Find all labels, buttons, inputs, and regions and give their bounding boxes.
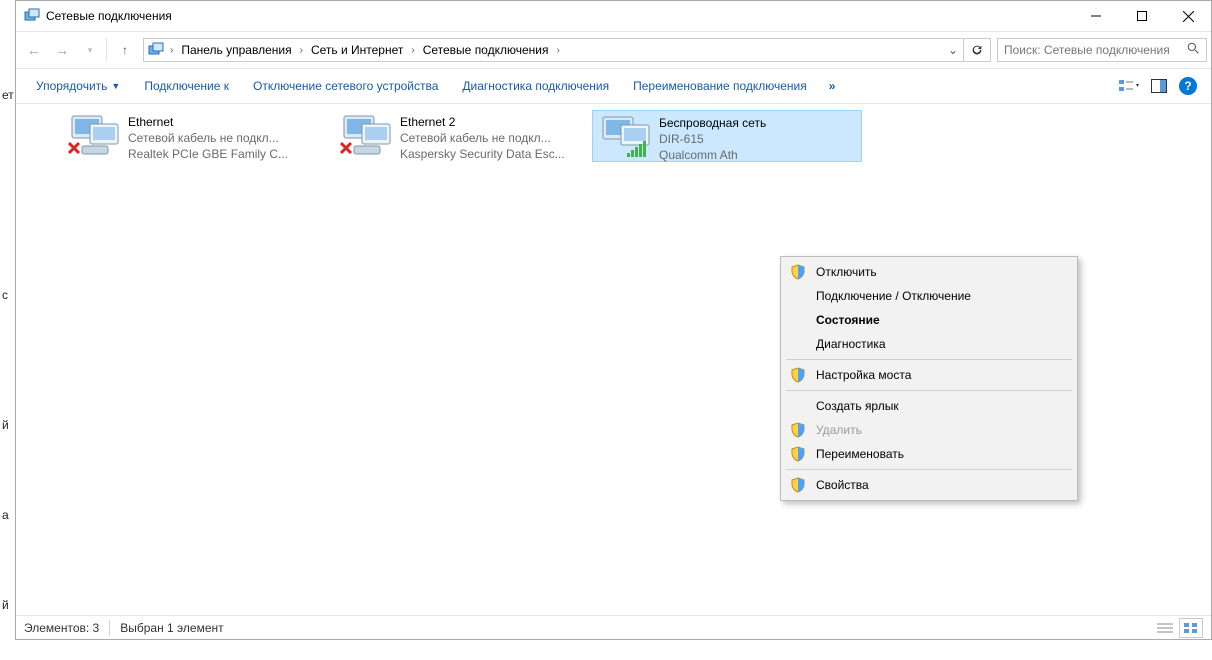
breadcrumb[interactable]: Сеть и Интернет <box>309 43 405 57</box>
chevron-right-icon[interactable]: › <box>550 45 565 56</box>
diagnose-button[interactable]: Диагностика подключения <box>450 79 621 93</box>
menu-item: Удалить <box>784 418 1074 442</box>
window-icon <box>24 7 40 26</box>
details-view-button[interactable] <box>1153 618 1177 638</box>
address-history-dropdown[interactable]: ⌄ <box>943 39 963 61</box>
window-title: Сетевые подключения <box>46 9 172 23</box>
menu-item[interactable]: Отключить <box>784 260 1074 284</box>
up-button[interactable]: ↑ <box>106 38 137 62</box>
refresh-button[interactable] <box>963 39 990 61</box>
connection-status: Сетевой кабель не подкл... <box>128 130 288 146</box>
menu-item-label: Создать ярлык <box>816 399 899 413</box>
menu-separator <box>786 390 1072 391</box>
back-button[interactable]: ← <box>20 36 48 64</box>
connect-to-button[interactable]: Подключение к <box>132 79 241 93</box>
breadcrumb[interactable]: Сетевые подключения <box>421 43 551 57</box>
connection-status: Сетевой кабель не подкл... <box>400 130 565 146</box>
chevron-down-icon: ▼ <box>111 81 120 91</box>
menu-item-label: Удалить <box>816 423 862 437</box>
organize-menu[interactable]: Упорядочить▼ <box>24 79 132 93</box>
menu-item-label: Диагностика <box>816 337 886 351</box>
menu-item[interactable]: Диагностика <box>784 332 1074 356</box>
connection-name: Ethernet <box>128 114 288 130</box>
rename-button[interactable]: Переименование подключения <box>621 79 819 93</box>
chevron-right-icon[interactable]: › <box>294 45 309 56</box>
menu-item[interactable]: Переименовать <box>784 442 1074 466</box>
connection-item[interactable]: Беспроводная сетьDIR-615Qualcomm Ath <box>592 110 862 162</box>
ethernet-connection-icon <box>68 114 122 162</box>
menu-item-label: Отключить <box>816 265 877 279</box>
search-input[interactable]: Поиск: Сетевые подключения <box>997 38 1207 62</box>
background-window-fragment: ет с й а й <box>0 50 15 640</box>
menu-item-label: Состояние <box>816 313 880 327</box>
search-icon <box>1187 42 1200 58</box>
menu-item[interactable]: Подключение / Отключение <box>784 284 1074 308</box>
wifi-connection-icon <box>599 115 653 163</box>
connection-item[interactable]: Ethernet 2Сетевой кабель не подкл...Kasp… <box>334 110 604 162</box>
connections-list: EthernetСетевой кабель не подкл...Realte… <box>16 104 1211 624</box>
minimize-button[interactable] <box>1073 1 1119 31</box>
ethernet-connection-icon <box>340 114 394 162</box>
status-bar: Элементов: 3 Выбран 1 элемент <box>16 615 1211 639</box>
menu-item-label: Настройка моста <box>816 368 911 382</box>
connection-device: Kaspersky Security Data Esc... <box>400 146 565 162</box>
close-button[interactable] <box>1165 1 1211 31</box>
icons-view-button[interactable] <box>1179 618 1203 638</box>
connection-name: Ethernet 2 <box>400 114 565 130</box>
help-button[interactable]: ? <box>1179 77 1197 95</box>
menu-item-label: Подключение / Отключение <box>816 289 971 303</box>
context-menu: Отключить Подключение / Отключение Состоян… <box>780 256 1078 501</box>
nav-bar: ← → ▾ ↑ › Панель управления › Сеть и Инт… <box>16 31 1211 69</box>
menu-item-label: Свойства <box>816 478 869 492</box>
maximize-button[interactable] <box>1119 1 1165 31</box>
breadcrumb[interactable]: Панель управления <box>179 43 293 57</box>
connection-device: Qualcomm Ath <box>659 147 766 163</box>
command-bar: Упорядочить▼ Подключение к Отключение се… <box>16 69 1211 104</box>
change-view-button[interactable] <box>1119 76 1139 96</box>
network-connections-window: Сетевые подключения ← → ▾ ↑ › Панель упр… <box>15 0 1212 640</box>
chevron-right-icon[interactable]: › <box>405 45 420 56</box>
menu-separator <box>786 469 1072 470</box>
menu-item[interactable]: Свойства <box>784 473 1074 497</box>
address-bar[interactable]: › Панель управления › Сеть и Интернет › … <box>143 38 991 62</box>
search-placeholder: Поиск: Сетевые подключения <box>1004 43 1170 57</box>
recent-dropdown[interactable]: ▾ <box>76 36 104 64</box>
connection-name: Беспроводная сеть <box>659 115 766 131</box>
menu-item-label: Переименовать <box>816 447 904 461</box>
preview-pane-button[interactable] <box>1149 76 1169 96</box>
connection-device: Realtek PCIe GBE Family C... <box>128 146 288 162</box>
menu-item[interactable]: Настройка моста <box>784 363 1074 387</box>
item-count: Элементов: 3 <box>24 621 99 635</box>
titlebar: Сетевые подключения <box>16 1 1211 31</box>
connection-status: DIR-615 <box>659 131 766 147</box>
selection-info: Выбран 1 элемент <box>120 621 223 635</box>
menu-item[interactable]: Состояние <box>784 308 1074 332</box>
menu-item[interactable]: Создать ярлык <box>784 394 1074 418</box>
toolbar-overflow[interactable]: » <box>819 79 846 93</box>
disable-device-button[interactable]: Отключение сетевого устройства <box>241 79 450 93</box>
forward-button[interactable]: → <box>48 36 76 64</box>
address-icon <box>148 41 164 60</box>
connection-item[interactable]: EthernetСетевой кабель не подкл...Realte… <box>62 110 332 162</box>
chevron-right-icon[interactable]: › <box>164 45 179 56</box>
menu-separator <box>786 359 1072 360</box>
